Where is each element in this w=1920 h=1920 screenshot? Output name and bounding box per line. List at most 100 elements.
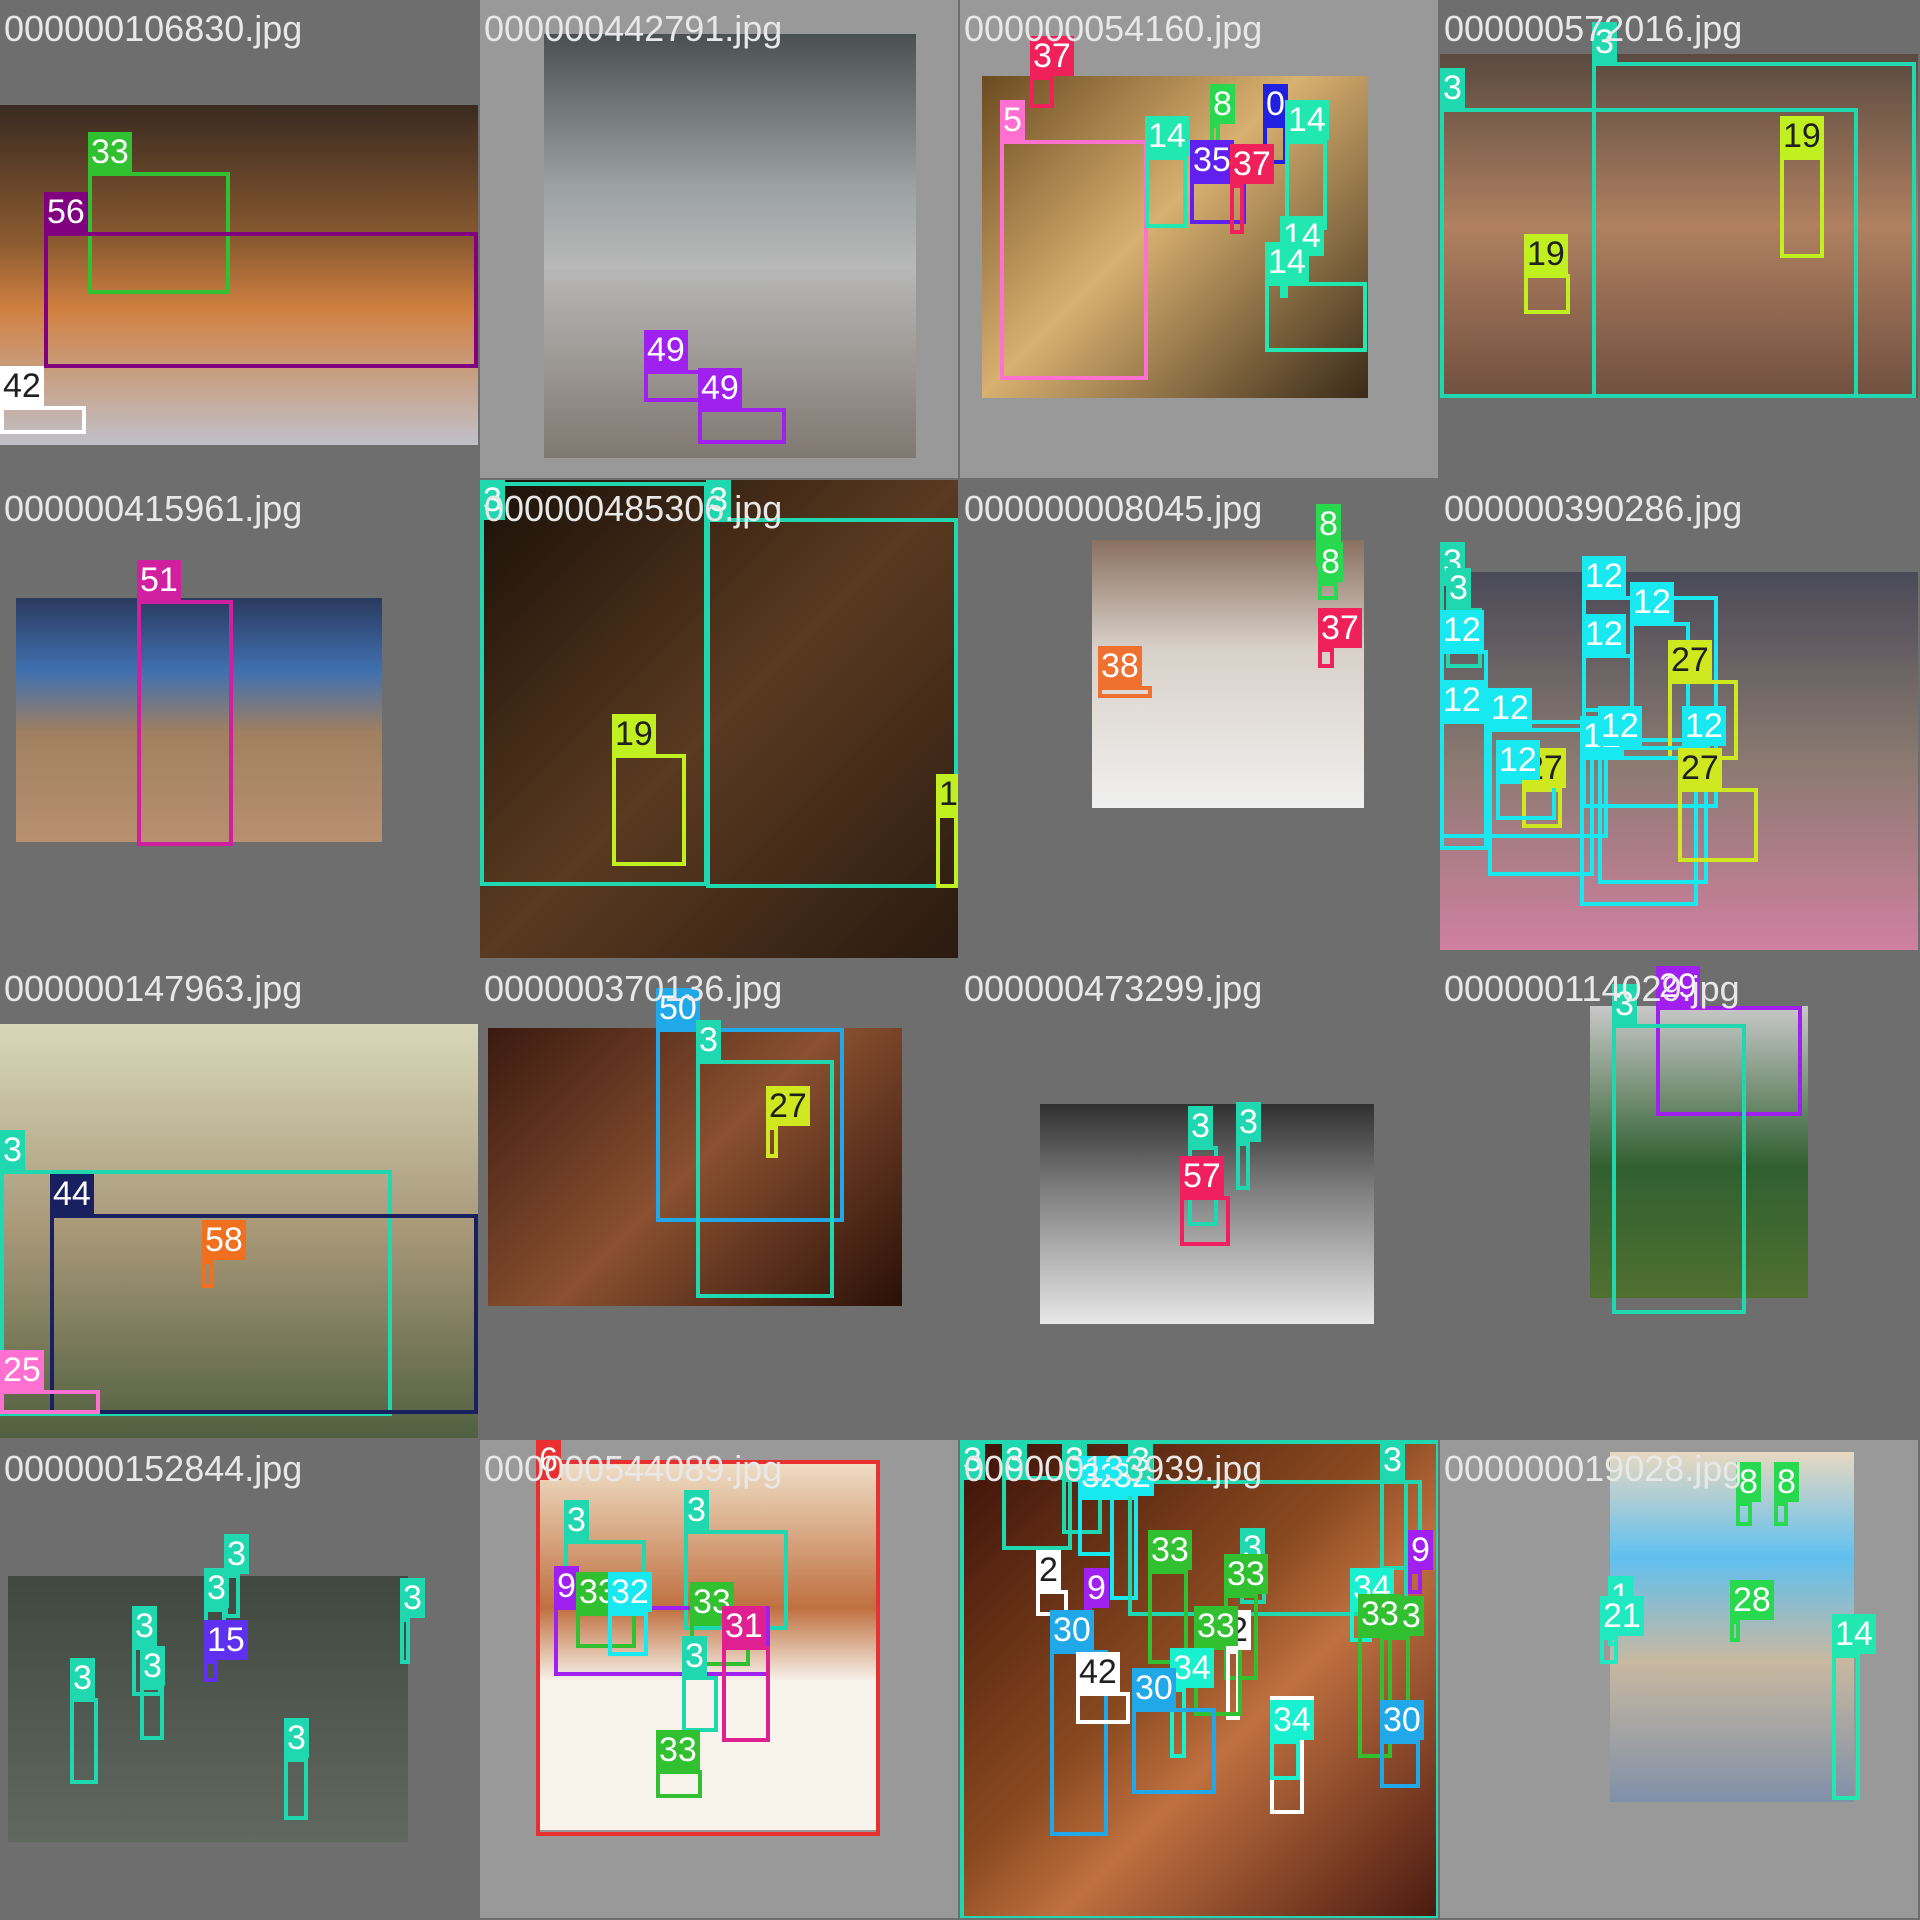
bounding-box [1076, 1692, 1130, 1724]
class-label: 33 [88, 132, 132, 172]
image-tile[interactable]: 000000147963.jpg 3 44 58 25 [0, 960, 478, 1438]
bounding-box [1000, 140, 1148, 380]
class-label: 58 [202, 1220, 246, 1260]
class-label: 30 [1050, 1610, 1094, 1650]
class-label: 8 [1210, 84, 1235, 124]
bounding-box [1098, 686, 1152, 698]
tile-filename: 000000147963.jpg [4, 968, 303, 1009]
bounding-box [1678, 788, 1758, 862]
class-label: 3 [684, 1490, 709, 1530]
image-tile[interactable]: 000000133939.jpg333323233929333333433332… [960, 1440, 1438, 1918]
class-label: 27 [1678, 748, 1722, 788]
bounding-box [137, 600, 233, 846]
bounding-box [0, 1390, 100, 1414]
tile-filename: 000000485306.jpg [484, 488, 783, 529]
image-tile[interactable]: 000000019028.jpg881212814 [1440, 1440, 1918, 1918]
image-tile[interactable]: 000000106830.jpg 33 56 42 [0, 0, 478, 478]
image-tile[interactable]: 000000008045.jpg 8 8 37 38 [960, 480, 1438, 958]
class-label: 12 [1488, 688, 1532, 728]
bounding-box [400, 1618, 410, 1664]
tile-filename: 000000544089.jpg [484, 1448, 783, 1489]
class-label: 12 [1582, 614, 1626, 654]
class-label: 14 [1145, 116, 1189, 156]
bounding-box [1736, 1502, 1752, 1526]
class-label: 38 [1098, 646, 1142, 686]
image-tile[interactable]: 000000370136.jpg 50 3 27 [480, 960, 958, 1438]
bounding-box [936, 814, 958, 888]
class-label: 8 [1774, 1462, 1799, 1502]
class-label: 3 [682, 1636, 707, 1676]
image-tile[interactable]: 000000054160.jpg 37 5 8 0 14 14 35 37 14 14 [960, 0, 1438, 478]
bounding-box [608, 1612, 648, 1656]
tile-filename: 000000019028.jpg [1444, 1448, 1743, 1489]
bounding-box [766, 1126, 778, 1158]
tile-filename: 000000390286.jpg [1444, 488, 1743, 529]
bounding-box [1408, 1570, 1422, 1594]
class-label: 56 [44, 192, 88, 232]
tile-filename: 000000133939.jpg [964, 1448, 1263, 1489]
bounding-box [50, 1214, 478, 1414]
bounding-box [284, 1758, 308, 1820]
class-label: 3 [696, 1020, 721, 1060]
bounding-box [1132, 1708, 1216, 1794]
class-label: 8 [1316, 504, 1341, 544]
class-label: 33 [1148, 1530, 1192, 1570]
class-label: 3 [132, 1606, 157, 1646]
tile-filename: 000000415961.jpg [4, 488, 303, 529]
class-label: 14 [1285, 100, 1329, 140]
tile-filename: 000000442791.jpg [484, 8, 783, 49]
bounding-box [682, 1676, 718, 1732]
class-label: 12 [1440, 680, 1484, 720]
class-label: 57 [1180, 1156, 1224, 1196]
class-label: 3 [1446, 568, 1471, 608]
class-label: 12 [1582, 556, 1626, 596]
class-label: 19 [936, 774, 958, 814]
tile-filename: 000000054160.jpg [964, 8, 1263, 49]
image-tile[interactable]: 000000390286.jpg331212121227121212121227… [1440, 480, 1918, 958]
bounding-box [1236, 1142, 1250, 1190]
class-label: 37 [1230, 144, 1274, 184]
image-tile[interactable]: 000000485306.jpg331919 [480, 480, 958, 958]
class-label: 27 [766, 1086, 810, 1126]
bounding-box [1078, 1496, 1114, 1556]
class-label: 12 [1440, 610, 1484, 650]
image-tile[interactable]: 000000572016.jpg 3 3 19 19 [1440, 0, 1918, 478]
bounding-box [1832, 1654, 1860, 1800]
tile-filename: 000000106830.jpg [4, 8, 303, 49]
image-tile[interactable]: 000000415961.jpg 51 [0, 480, 478, 958]
image-tile[interactable]: 000000114029.jpg 29 3 [1440, 960, 1918, 1438]
bounding-box [1318, 582, 1338, 600]
bounding-box [696, 1060, 834, 1298]
class-label: 30 [1380, 1700, 1424, 1740]
class-label: 3 [1236, 1102, 1261, 1142]
bounding-box [656, 1770, 702, 1798]
class-label: 19 [1780, 116, 1824, 156]
class-label: 44 [50, 1174, 94, 1214]
class-label: 12 [1496, 740, 1540, 780]
bounding-box [140, 1686, 164, 1740]
bounding-box [1230, 184, 1244, 234]
tile-filename: 000000008045.jpg [964, 488, 1263, 529]
bounding-box [1612, 1024, 1746, 1314]
class-label: 15 [204, 1620, 248, 1660]
image-tile[interactable]: 000000473299.jpg 3 3 57 [960, 960, 1438, 1438]
bounding-box [202, 1260, 214, 1288]
bounding-box [612, 754, 686, 866]
class-label: 14 [1832, 1614, 1876, 1654]
image-tile[interactable]: 000000442791.jpg 49 49 [480, 0, 958, 478]
bounding-box [1380, 1740, 1420, 1788]
bounding-box [1730, 1620, 1740, 1642]
bounding-box [1318, 648, 1334, 668]
image-tile[interactable]: 000000152844.jpg 3 3 3 3 15 3 3 3 [0, 1440, 478, 1918]
class-label: 35 [1190, 140, 1234, 180]
class-label: 3 [70, 1658, 95, 1698]
class-label: 12 [1598, 706, 1642, 746]
bounding-box [1582, 654, 1634, 712]
bounding-box [698, 408, 786, 444]
class-label: 14 [1265, 242, 1309, 282]
bounding-box [44, 232, 478, 368]
class-label: 21 [1600, 1596, 1644, 1636]
bounding-box [1030, 76, 1054, 108]
class-label: 42 [0, 366, 44, 406]
image-tile[interactable]: 000000544089.jpg 6 3 3 9 33 32 33 31 3 33 [480, 1440, 958, 1918]
